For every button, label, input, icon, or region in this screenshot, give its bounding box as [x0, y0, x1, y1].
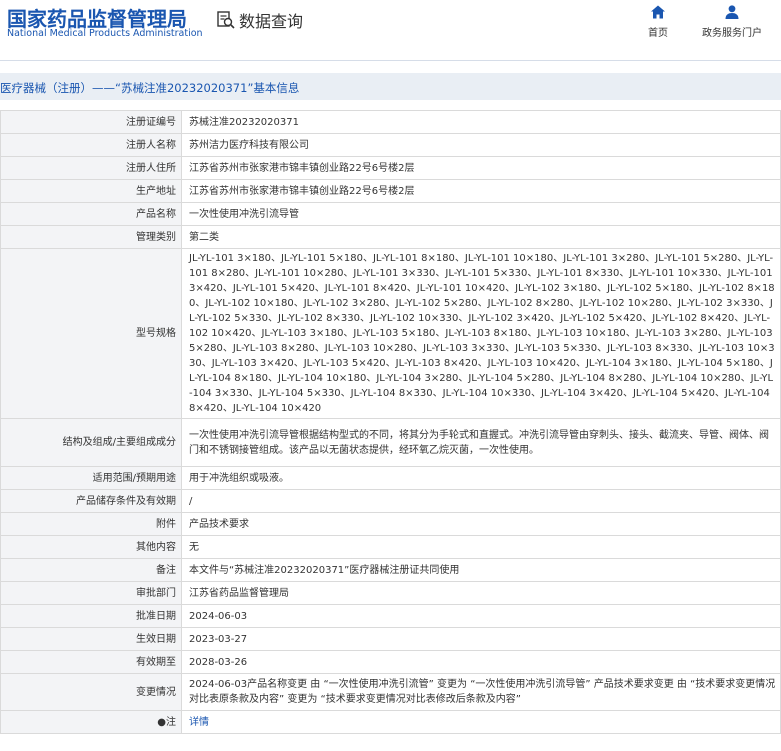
- site-header: 国家药品监督管理局 National Medical Products Admi…: [0, 0, 781, 62]
- table-row: 注册人名称 苏州洁力医疗科技有限公司: [0, 133, 781, 157]
- table-row: 生效日期 2023-03-27: [0, 627, 781, 651]
- row-label: 审批部门: [0, 581, 182, 605]
- data-query-label: 数据查询: [239, 12, 304, 31]
- table-row: 审批部门 江苏省药品监督管理局: [0, 581, 781, 605]
- details-link[interactable]: 详情: [189, 717, 209, 728]
- row-label: 产品储存条件及有效期: [0, 489, 182, 513]
- row-label: 其他内容: [0, 535, 182, 559]
- table-row: 备注 本文件与“苏械注准20232020371”医疗器械注册证共同使用: [0, 558, 781, 582]
- table-row: 产品名称 一次性使用冲洗引流导管: [0, 202, 781, 226]
- row-value: 一次性使用冲洗引流导管根据结构型式的不同，将其分为手轮式和直握式。冲洗引流导管由…: [181, 418, 781, 467]
- row-label: 结构及组成/主要组成成分: [0, 418, 182, 467]
- table-row: 附件 产品技术要求: [0, 512, 781, 536]
- row-value: 一次性使用冲洗引流导管: [181, 202, 781, 226]
- row-value: 用于冲洗组织或吸液。: [181, 466, 781, 490]
- row-value: 无: [181, 535, 781, 559]
- row-label: 产品名称: [0, 202, 182, 226]
- row-value: JL-YL-101 3×180、JL-YL-101 5×180、JL-YL-10…: [181, 248, 781, 419]
- table-row: 其他内容无: [0, 535, 781, 559]
- row-label: 注册人住所: [0, 156, 182, 180]
- table-row: 注册人住所 江苏省苏州市张家港市锦丰镇创业路22号6号楼2层: [0, 156, 781, 180]
- user-icon: [725, 5, 739, 19]
- row-value: 本文件与“苏械注准20232020371”医疗器械注册证共同使用: [181, 558, 781, 582]
- table-row: 有效期至 2028-03-26: [0, 650, 781, 674]
- nav-gov-label: 政务服务门户: [702, 28, 762, 39]
- row-label: 批准日期: [0, 604, 182, 628]
- row-value: 2024-06-03: [181, 604, 781, 628]
- row-value: 江苏省药品监督管理局: [181, 581, 781, 605]
- row-label: 备注: [0, 558, 182, 582]
- table-row: 生产地址 江苏省苏州市张家港市锦丰镇创业路22号6号楼2层: [0, 179, 781, 203]
- row-label: 注册人名称: [0, 133, 182, 157]
- table-row: 结构及组成/主要组成成分 一次性使用冲洗引流导管根据结构型式的不同，将其分为手轮式…: [0, 418, 781, 467]
- nav-home-label: 首页: [648, 28, 668, 39]
- row-label: 变更情况: [0, 673, 182, 711]
- table-row: 管理类别 第二类: [0, 225, 781, 249]
- row-value: 2024-06-03产品名称变更 由 “一次性使用冲洗引流管” 变更为 “一次性…: [181, 673, 781, 711]
- row-value: 第二类: [181, 225, 781, 249]
- registration-info-table: 注册证编号 苏械注准20232020371 注册人名称 苏州洁力医疗科技有限公司 注册人…: [0, 110, 781, 734]
- note-value: 详情: [181, 710, 781, 734]
- home-icon: [651, 5, 665, 19]
- row-label: 型号规格: [0, 248, 182, 419]
- header-divider: [0, 60, 781, 61]
- row-label: 附件: [0, 512, 182, 536]
- note-label: ●注: [0, 710, 182, 734]
- table-row: 型号规格 JL-YL-101 3×180、JL-YL-101 5×180、JL-Y…: [0, 248, 781, 419]
- table-row: 适用范围/预期用途 用于冲洗组织或吸液。: [0, 466, 781, 490]
- page-title-bar: 医疗器械（注册）——“苏械注准20232020371”基本信息: [0, 73, 781, 100]
- row-label: 生产地址: [0, 179, 182, 203]
- page-title: 医疗器械（注册）——“苏械注准20232020371”基本信息: [0, 81, 300, 95]
- row-value: 江苏省苏州市张家港市锦丰镇创业路22号6号楼2层: [181, 156, 781, 180]
- row-label: 注册证编号: [0, 110, 182, 134]
- table-row: 批准日期 2024-06-03: [0, 604, 781, 628]
- search-document-icon: [217, 11, 235, 29]
- nav-gov-service-portal[interactable]: 政务服务门户: [702, 4, 762, 39]
- note-row: ●注 详情: [0, 710, 781, 734]
- nav-home[interactable]: 首页: [648, 4, 668, 39]
- row-value: 2028-03-26: [181, 650, 781, 674]
- row-label: 管理类别: [0, 225, 182, 249]
- row-value: 产品技术要求: [181, 512, 781, 536]
- row-value: 苏械注准20232020371: [181, 110, 781, 134]
- row-value: 江苏省苏州市张家港市锦丰镇创业路22号6号楼2层: [181, 179, 781, 203]
- table-row: 变更情况 2024-06-03产品名称变更 由 “一次性使用冲洗引流管” 变更为 …: [0, 673, 781, 711]
- row-label: 生效日期: [0, 627, 182, 651]
- row-label: 适用范围/预期用途: [0, 466, 182, 490]
- site-logo-subtitle: National Medical Products Administration: [7, 28, 203, 39]
- row-value: /: [181, 489, 781, 513]
- data-query-link[interactable]: 数据查询: [216, 9, 303, 31]
- table-row: 注册证编号 苏械注准20232020371: [0, 110, 781, 134]
- row-value: 2023-03-27: [181, 627, 781, 651]
- row-label: 有效期至: [0, 650, 182, 674]
- row-value: 苏州洁力医疗科技有限公司: [181, 133, 781, 157]
- table-row: 产品储存条件及有效期 /: [0, 489, 781, 513]
